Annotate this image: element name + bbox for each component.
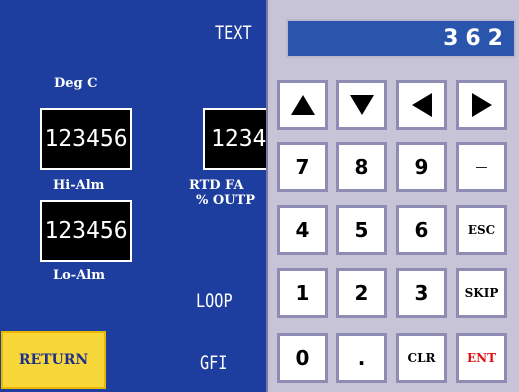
left-arrow-icon	[411, 93, 432, 117]
skip-key[interactable]: SKIP	[456, 268, 507, 318]
hi-alarm-value-box[interactable]: 123456	[40, 108, 132, 170]
loop-label: LOOP	[196, 290, 233, 312]
return-button[interactable]: RETURN	[1, 331, 106, 389]
down-arrow-key[interactable]	[336, 80, 387, 130]
key-8[interactable]: 8	[336, 142, 387, 192]
key-9[interactable]: 9	[396, 142, 447, 192]
enter-key[interactable]: ENT	[456, 333, 507, 383]
deg-c-label: Deg C	[54, 76, 98, 91]
key-0[interactable]: 0	[277, 333, 328, 383]
text-label: TEXT	[215, 22, 252, 44]
clear-key[interactable]: CLR	[396, 333, 447, 383]
key-4[interactable]: 4	[277, 205, 328, 255]
right-arrow-icon	[471, 93, 492, 117]
lo-alm-label: Lo-Alm	[53, 268, 105, 283]
up-arrow-key[interactable]	[277, 80, 328, 130]
key-5[interactable]: 5	[336, 205, 387, 255]
key-3[interactable]: 3	[396, 268, 447, 318]
key-minus[interactable]: —	[456, 142, 507, 192]
keypad-display: 362	[286, 19, 516, 58]
key-decimal[interactable]: .	[336, 333, 387, 383]
key-7[interactable]: 7	[277, 142, 328, 192]
hi-alm-label: Hi-Alm	[53, 178, 105, 193]
up-arrow-icon	[290, 95, 315, 115]
lo-alarm-value-box[interactable]: 123456	[40, 200, 132, 262]
right-arrow-key[interactable]	[456, 80, 507, 130]
key-2[interactable]: 2	[336, 268, 387, 318]
escape-key[interactable]: ESC	[456, 205, 507, 255]
percent-output-label: % OUTP	[196, 193, 255, 208]
numeric-keypad: 362 7 8 9 — 4 5 6 ESC 1 2 3 SKIP 0 . CLR…	[266, 0, 519, 392]
gfi-label: GFI	[200, 352, 228, 374]
left-arrow-key[interactable]	[396, 80, 447, 130]
key-6[interactable]: 6	[396, 205, 447, 255]
key-1[interactable]: 1	[277, 268, 328, 318]
rtd-fault-label: RTD FA	[189, 178, 244, 193]
down-arrow-icon	[349, 95, 374, 115]
